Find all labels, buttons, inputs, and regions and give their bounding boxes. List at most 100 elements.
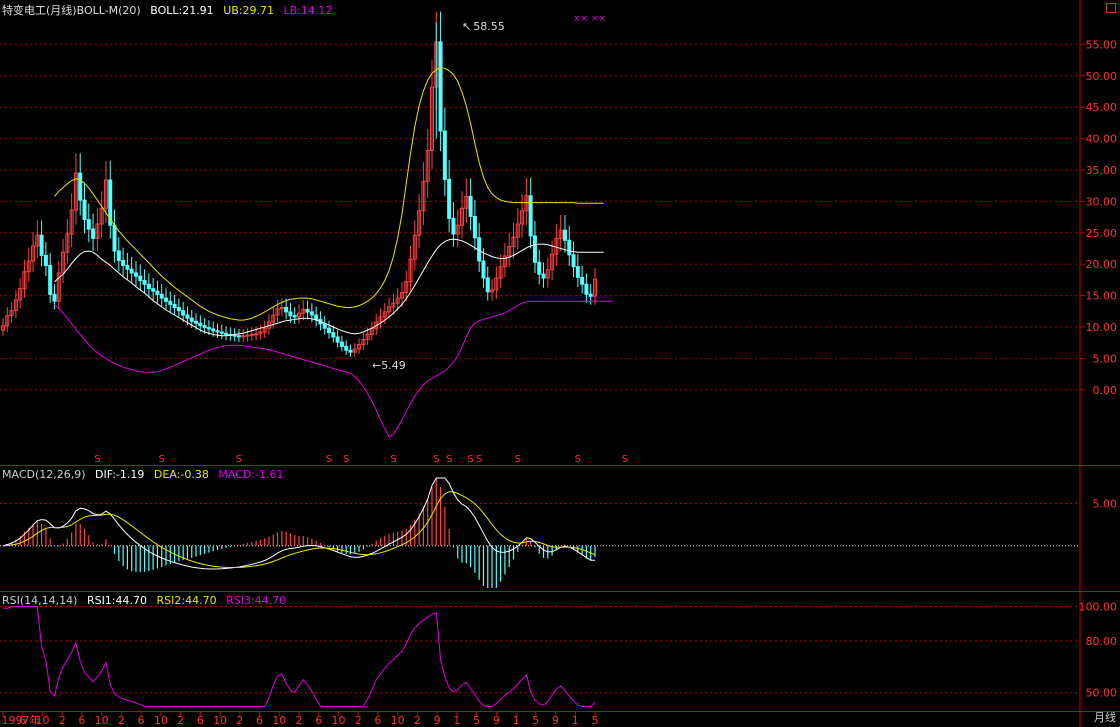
price-tick-label: 15.00 bbox=[1086, 290, 1118, 303]
candle-body bbox=[168, 300, 173, 305]
candle-body bbox=[52, 293, 57, 302]
candle-body bbox=[91, 228, 96, 239]
signal-marker: S bbox=[343, 454, 349, 465]
macd-name: MACD(12,26,9) bbox=[2, 468, 86, 481]
candle-body bbox=[249, 334, 254, 337]
stock-chart[interactable]: 55.0050.0045.0040.0035.0030.0025.0020.00… bbox=[0, 0, 1120, 727]
time-tick-label: 10 bbox=[391, 714, 405, 727]
candle-body bbox=[159, 293, 164, 299]
time-tick-label: 10 bbox=[331, 714, 345, 727]
close-icon[interactable] bbox=[1106, 3, 1116, 13]
rsi2-value: RSI2:44.70 bbox=[156, 594, 217, 607]
candle-body bbox=[292, 315, 297, 318]
candle-body bbox=[245, 334, 250, 337]
candle-body bbox=[224, 332, 229, 336]
candle-body bbox=[472, 215, 477, 239]
macd-panel bbox=[0, 477, 1080, 588]
rsi-line bbox=[3, 606, 596, 707]
candle-body bbox=[155, 290, 160, 295]
candle-body bbox=[121, 259, 126, 266]
signal-marker: S bbox=[446, 454, 452, 465]
candle-body bbox=[344, 345, 349, 351]
time-tick-label: 1 bbox=[453, 714, 460, 727]
candle-body bbox=[575, 266, 580, 278]
candle-body bbox=[181, 310, 186, 316]
candle-body bbox=[138, 275, 143, 282]
candle-body bbox=[468, 195, 473, 217]
candle-body bbox=[485, 277, 490, 293]
candle-body bbox=[211, 328, 216, 332]
candle-body bbox=[322, 323, 327, 329]
candle-body bbox=[133, 272, 138, 277]
candle-body bbox=[78, 172, 83, 201]
time-tick-label: 2 bbox=[296, 714, 303, 727]
candle-body bbox=[215, 330, 220, 333]
time-tick-label: 6 bbox=[374, 714, 381, 727]
time-tick-label: 10 bbox=[35, 714, 49, 727]
signal-marker: S bbox=[326, 454, 332, 465]
rsi-tick-label: 100.00 bbox=[1079, 600, 1118, 613]
signal-marker: S bbox=[467, 454, 473, 465]
candle-body bbox=[43, 254, 48, 266]
candle-body bbox=[537, 261, 542, 275]
indicator-lines bbox=[54, 67, 613, 438]
time-tick-label: 9 bbox=[493, 714, 500, 727]
candle-body bbox=[241, 335, 246, 338]
price-tick-label: 5.00 bbox=[1093, 352, 1118, 365]
candle-body bbox=[571, 254, 576, 268]
candle-body bbox=[309, 311, 314, 316]
price-axis: 55.00 50.00 45.00 40.00 35.00 30.00 25.00 20.00… bbox=[1079, 38, 1118, 699]
price-tick-label: 0.00 bbox=[1093, 384, 1118, 397]
candle-body bbox=[348, 349, 353, 353]
candle-body bbox=[335, 336, 340, 343]
candle-body bbox=[438, 41, 443, 132]
rsi-tick-label: 50.00 bbox=[1086, 687, 1118, 700]
candle-body bbox=[288, 311, 293, 317]
stock-title: 特变电工(月线) bbox=[2, 4, 77, 17]
candle-body bbox=[48, 264, 53, 295]
candle-body bbox=[442, 130, 447, 180]
macd-value: MACD:-1.61 bbox=[218, 468, 284, 481]
time-tick-label: 2 bbox=[236, 714, 243, 727]
candle-body bbox=[202, 325, 207, 329]
signal-marker: S bbox=[94, 454, 100, 465]
candle-body bbox=[314, 314, 319, 320]
candle-body bbox=[532, 235, 537, 263]
candle-body bbox=[146, 283, 151, 290]
candle-body bbox=[151, 288, 156, 292]
candle-body bbox=[588, 293, 593, 297]
rsi-name: RSI(14,14,14) bbox=[2, 594, 78, 607]
candle-body bbox=[584, 283, 589, 295]
time-tick-label: 1 bbox=[572, 714, 579, 727]
ub-value: UB:29.71 bbox=[223, 4, 274, 17]
time-tick-label: 5 bbox=[592, 714, 599, 727]
price-tick-label: 10.00 bbox=[1086, 321, 1118, 334]
time-tick-label: 9 bbox=[552, 714, 559, 727]
time-tick-label: 6 bbox=[197, 714, 204, 727]
time-tick-label: 10 bbox=[154, 714, 168, 727]
candle-body bbox=[82, 199, 87, 221]
signal-marker: S bbox=[575, 454, 581, 465]
time-tick-label: 10 bbox=[213, 714, 227, 727]
candle-body bbox=[112, 224, 117, 252]
time-tick-label: 6 bbox=[315, 714, 322, 727]
candle-body bbox=[189, 317, 194, 322]
main-indicator-header: 特变电工(月线)BOLL-M(20) BOLL:21.91 UB:29.71 L… bbox=[2, 2, 338, 18]
dea-value: DEA:-0.38 bbox=[153, 468, 209, 481]
candle-body bbox=[86, 219, 91, 230]
rsi-panel bbox=[3, 606, 596, 707]
candle-body bbox=[284, 307, 289, 313]
candle-body bbox=[562, 229, 567, 241]
time-tick-label: 2 bbox=[355, 714, 362, 727]
candle-body bbox=[232, 334, 237, 337]
signal-marker: S bbox=[236, 454, 242, 465]
period-mode[interactable]: 月线 bbox=[1094, 709, 1116, 725]
candle-body bbox=[305, 308, 310, 313]
price-tick-label: 50.00 bbox=[1086, 70, 1118, 83]
boll-value: BOLL:21.91 bbox=[150, 4, 214, 17]
time-tick-label: 2 bbox=[59, 714, 66, 727]
candle-body bbox=[236, 335, 241, 338]
candle-body bbox=[194, 320, 199, 324]
low-annotation: ←5.49 bbox=[372, 359, 406, 372]
rsi3-value: RSI3:44.70 bbox=[226, 594, 287, 607]
